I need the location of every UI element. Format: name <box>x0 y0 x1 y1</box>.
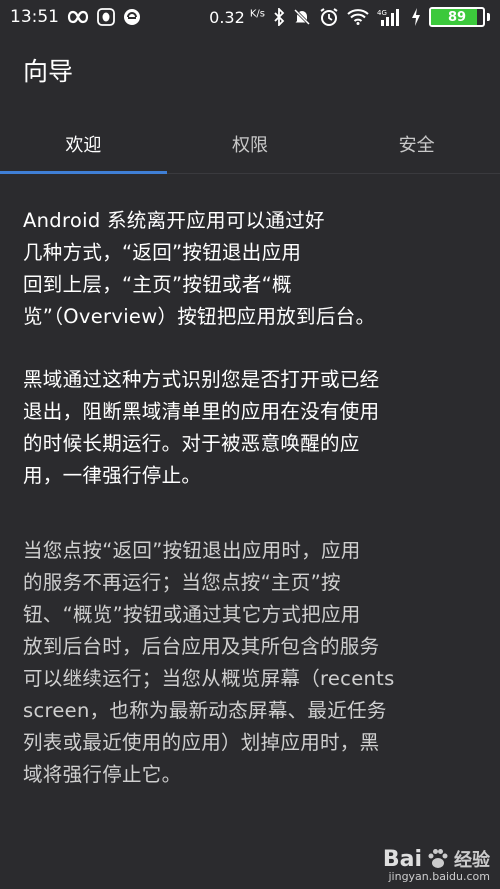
baidu-jingyan-watermark: Bai 经验 jingyan.baidu.com <box>383 846 490 884</box>
text-line: screen，也称为最新动态屏幕、最近任务 <box>23 699 387 722</box>
text-line: 列表或最近使用的应用）划掉应用时，黑 <box>23 731 380 754</box>
detection-paragraph: 黑域通过这种方式识别您是否打开或已经 退出，阻断黑域清单里的应用在没有使用 的时… <box>23 364 478 492</box>
text-line: 用，一律强行停止。 <box>23 464 202 487</box>
page-title: 向导 <box>23 57 74 86</box>
welcome-content: Android 系统离开应用可以通过好 几种方式，“返回”按钮退出应用 回到上层… <box>23 205 478 791</box>
watermark-logo: Bai 经验 <box>383 846 490 872</box>
wifi-icon <box>347 9 369 25</box>
alarm-icon <box>319 7 339 27</box>
qq-icon <box>97 8 115 26</box>
text-line: 退出，阻断黑域清单里的应用在没有使用 <box>23 400 380 423</box>
text-line: 域将强行停止它。 <box>23 763 182 786</box>
text-line: 几种方式，“返回”按钮退出应用 <box>23 241 302 264</box>
status-bar-left: 13:51 <box>10 7 141 27</box>
watermark-brand-cn: 经验 <box>454 850 490 871</box>
mute-bell-icon <box>293 8 311 26</box>
active-tab-indicator <box>0 171 167 174</box>
text-line: 放到后台时，后台应用及其所包含的服务 <box>23 635 380 658</box>
infinity-icon <box>67 10 89 24</box>
text-line: 可以继续运行；当您从概览屏幕（recents <box>23 667 395 690</box>
text-line: 黑域通过这种方式识别您是否打开或已经 <box>23 368 380 391</box>
watermark-url: jingyan.baidu.com <box>388 870 490 883</box>
status-bar: 13:51 0.32 K/s 4G 89 <box>0 0 500 34</box>
text-line: 回到上层，“主页”按钮或者“概 <box>23 273 292 296</box>
battery-percent: 89 <box>447 9 467 25</box>
tab-permissions[interactable]: 权限 <box>167 114 334 174</box>
bluetooth-icon <box>273 8 285 26</box>
text-line: 的服务不再运行；当您点按“主页”按 <box>23 571 341 594</box>
status-bar-right: 0.32 K/s 4G 89 <box>209 7 490 27</box>
battery-indicator: 89 <box>429 7 490 27</box>
paw-icon <box>428 849 448 868</box>
tab-security[interactable]: 安全 <box>333 114 500 174</box>
tab-label: 欢迎 <box>65 135 102 156</box>
charging-icon <box>411 8 421 26</box>
network-speed: 0.32 K/s <box>209 7 265 27</box>
tab-bar: 欢迎 权限 安全 <box>0 114 500 174</box>
app-notification-icon <box>123 8 141 26</box>
status-time: 13:51 <box>10 7 59 27</box>
details-paragraph: 当您点按“返回”按钮退出应用时，应用 的服务不再运行；当您点按“主页”按 钮、“… <box>23 535 478 791</box>
text-line: 钮、“概览”按钮或通过其它方式把应用 <box>23 603 361 626</box>
text-line: 览”（Overview）按钮把应用放到后台。 <box>23 305 376 328</box>
text-line: Android 系统离开应用可以通过好 <box>23 209 325 232</box>
tab-label: 安全 <box>398 135 435 156</box>
tab-label: 权限 <box>232 135 268 156</box>
intro-paragraph: Android 系统离开应用可以通过好 几种方式，“返回”按钮退出应用 回到上层… <box>23 205 478 333</box>
text-line: 当您点按“返回”按钮退出应用时，应用 <box>23 539 361 562</box>
cellular-signal-icon: 4G <box>377 8 403 26</box>
battery-tip <box>487 13 490 21</box>
watermark-brand: Bai <box>382 846 422 872</box>
battery-body: 89 <box>429 7 485 27</box>
text-line: 的时候长期运行。对于被恶意唤醒的应 <box>23 432 360 455</box>
app-header: 向导 <box>0 34 500 106</box>
svg-text:4G: 4G <box>377 9 387 17</box>
tab-welcome[interactable]: 欢迎 <box>0 114 167 174</box>
